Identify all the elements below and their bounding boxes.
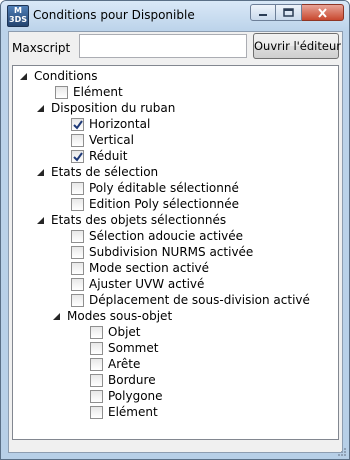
caption-buttons bbox=[250, 4, 344, 22]
tree-node-object[interactable]: Objet bbox=[90, 324, 140, 340]
reduced-checkbox[interactable] bbox=[71, 149, 84, 163]
object-checkbox[interactable] bbox=[90, 325, 103, 339]
tree-node-edit-poly[interactable]: Edition Poly sélectionnée bbox=[71, 196, 239, 212]
open-editor-button[interactable]: Ouvrir l'éditeur bbox=[253, 33, 341, 59]
tree-node-soft-selection[interactable]: Sélection adoucie activée bbox=[71, 228, 243, 244]
tree-node-label: Ajuster UVW activé bbox=[89, 277, 205, 291]
tree-node-ribbon-layout[interactable]: Disposition du ruban bbox=[36, 100, 175, 116]
collapse-arrow-icon[interactable] bbox=[36, 216, 45, 225]
dialog-window: M 3DS Conditions pour Disponible Maxscri… bbox=[0, 0, 350, 460]
tree-node-label: Horizontal bbox=[89, 117, 151, 131]
tree-node-label: Vertical bbox=[89, 133, 134, 147]
tree-node-polygon[interactable]: Polygone bbox=[90, 388, 163, 404]
tree-node-label: Sélection adoucie activée bbox=[89, 229, 244, 243]
tree-node-label: Objet bbox=[108, 325, 141, 339]
resize-grip-icon[interactable] bbox=[337, 447, 347, 457]
tree-node-conditions[interactable]: Conditions bbox=[19, 68, 98, 84]
tree-node-label: Polygone bbox=[108, 389, 163, 403]
element-checkbox[interactable] bbox=[55, 85, 68, 99]
polygon-checkbox[interactable] bbox=[90, 389, 103, 403]
subobject-element-checkbox[interactable] bbox=[90, 405, 103, 419]
tree-node-label: Bordure bbox=[108, 373, 156, 387]
tree-node-label: Etats des objets sélectionnés bbox=[51, 213, 227, 227]
unwrap-uvw-checkbox[interactable] bbox=[71, 277, 84, 291]
tree-node-nurms[interactable]: Subdivision NURMS activée bbox=[71, 244, 253, 260]
tree-node-editable-poly[interactable]: Poly éditable sélectionné bbox=[71, 180, 239, 196]
tree-node-vertex[interactable]: Sommet bbox=[90, 340, 158, 356]
tree-node-subobject-element[interactable]: Elément bbox=[90, 404, 158, 420]
soft-selection-checkbox[interactable] bbox=[71, 229, 84, 243]
edge-checkbox[interactable] bbox=[90, 357, 103, 371]
tree-node-selected-object-states[interactable]: Etats des objets sélectionnés bbox=[36, 212, 226, 228]
tree-node-label: Sommet bbox=[108, 341, 159, 355]
tree-node-edge[interactable]: Arête bbox=[90, 356, 140, 372]
tree-node-selection-states[interactable]: Etats de sélection bbox=[36, 164, 158, 180]
border-checkbox[interactable] bbox=[90, 373, 103, 387]
tree-node-vertical[interactable]: Vertical bbox=[71, 132, 134, 148]
edit-poly-checkbox[interactable] bbox=[71, 197, 84, 211]
tree-node-label: Conditions bbox=[34, 69, 98, 83]
collapse-arrow-icon[interactable] bbox=[36, 104, 45, 113]
editable-poly-checkbox[interactable] bbox=[71, 181, 84, 195]
maximize-button[interactable] bbox=[276, 4, 302, 21]
tree-node-label: Arête bbox=[108, 357, 141, 371]
tree-node-horizontal[interactable]: Horizontal bbox=[71, 116, 150, 132]
checkmark-icon bbox=[73, 151, 83, 162]
app-icon-label: M 3DS bbox=[9, 6, 27, 24]
tree-node-label: Déplacement de sous-division activé bbox=[89, 293, 310, 307]
tree-node-label: Réduit bbox=[89, 149, 128, 163]
title-bar[interactable]: M 3DS Conditions pour Disponible bbox=[1, 1, 349, 31]
minimize-button[interactable] bbox=[250, 4, 276, 21]
nurms-checkbox[interactable] bbox=[71, 245, 84, 259]
app-icon: M 3DS bbox=[7, 5, 29, 27]
tree-node-label: Modes sous-objet bbox=[67, 309, 173, 323]
tree-node-element[interactable]: Elément bbox=[55, 84, 123, 100]
collapse-arrow-icon[interactable] bbox=[52, 312, 61, 321]
conditions-tree[interactable]: Conditions Elément Disposition du ruban … bbox=[12, 65, 339, 440]
vertex-checkbox[interactable] bbox=[90, 341, 103, 355]
close-icon bbox=[318, 7, 327, 18]
checkmark-icon bbox=[73, 119, 83, 130]
horizontal-checkbox[interactable] bbox=[71, 117, 84, 131]
tree-node-label: Etats de sélection bbox=[51, 165, 159, 179]
tree-node-label: Edition Poly sélectionnée bbox=[89, 197, 240, 211]
tree-node-subobject-modes[interactable]: Modes sous-objet bbox=[52, 308, 172, 324]
tree-node-section-mode[interactable]: Mode section activé bbox=[71, 260, 209, 276]
maxscript-input[interactable] bbox=[79, 34, 247, 58]
maxscript-label: Maxscript bbox=[12, 41, 71, 55]
maximize-icon bbox=[283, 8, 294, 17]
tree-node-unwrap-uvw[interactable]: Ajuster UVW activé bbox=[71, 276, 204, 292]
close-button[interactable] bbox=[302, 4, 344, 21]
tree-node-label: Subdivision NURMS activée bbox=[89, 245, 254, 259]
tree-node-label: Disposition du ruban bbox=[51, 101, 176, 115]
minimize-icon bbox=[259, 13, 267, 16]
section-mode-checkbox[interactable] bbox=[71, 261, 84, 275]
tree-node-label: Poly éditable sélectionné bbox=[89, 181, 239, 195]
tree-node-label: Elément bbox=[108, 405, 158, 419]
tree-node-subdivision-displacement[interactable]: Déplacement de sous-division activé bbox=[71, 292, 310, 308]
tree-node-reduced[interactable]: Réduit bbox=[71, 148, 127, 164]
collapse-arrow-icon[interactable] bbox=[36, 168, 45, 177]
tree-node-label: Elément bbox=[73, 85, 123, 99]
subdivision-displacement-checkbox[interactable] bbox=[71, 293, 84, 307]
window-title: Conditions pour Disponible bbox=[33, 8, 195, 22]
tree-node-label: Mode section activé bbox=[89, 261, 210, 275]
tree-node-border[interactable]: Bordure bbox=[90, 372, 156, 388]
vertical-checkbox[interactable] bbox=[71, 133, 84, 147]
collapse-arrow-icon[interactable] bbox=[19, 72, 28, 81]
